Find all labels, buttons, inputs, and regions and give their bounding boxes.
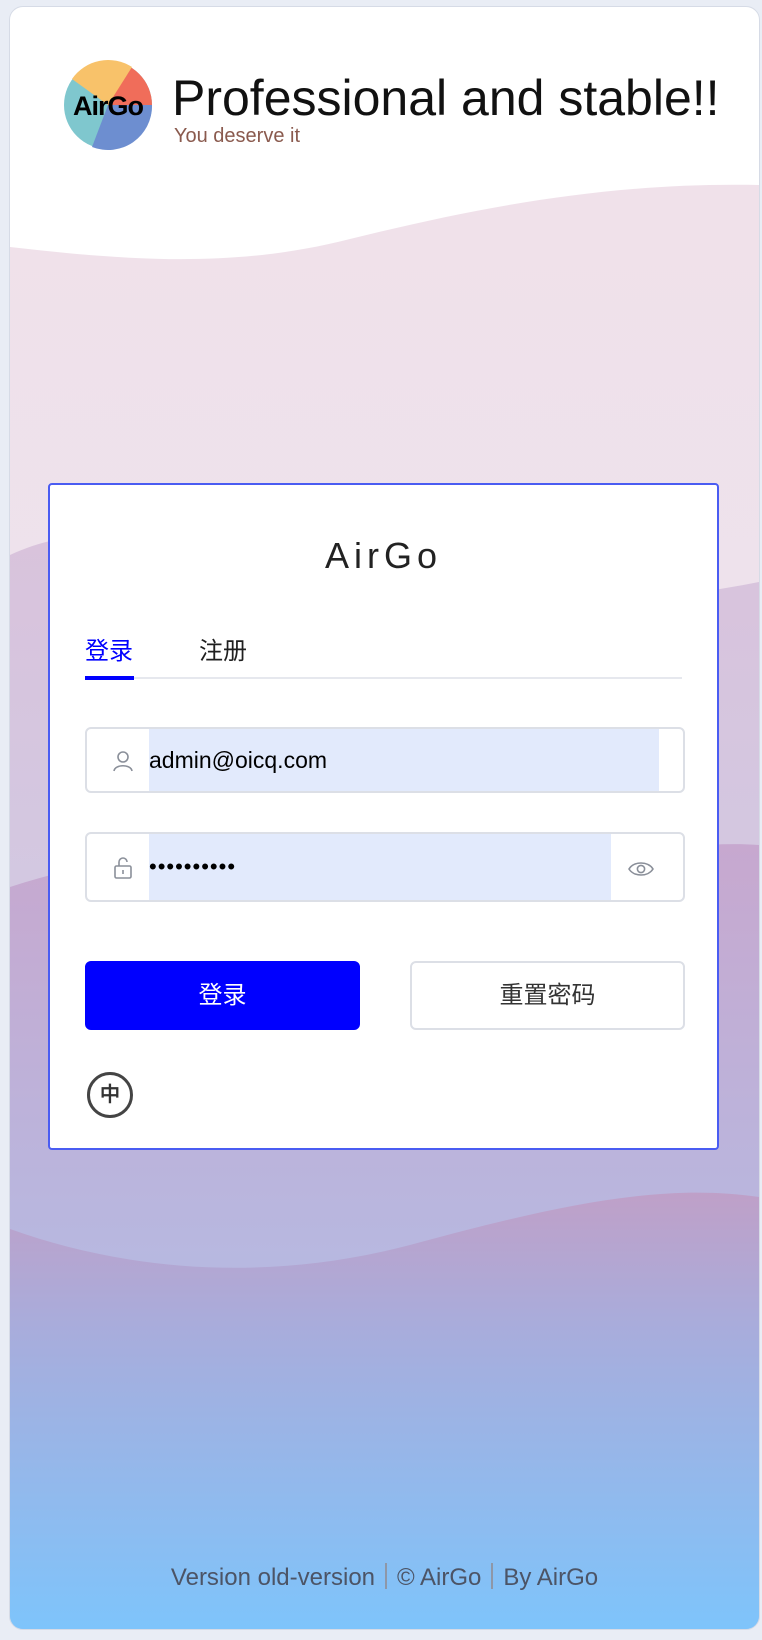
footer-copyright: © AirGo — [397, 1564, 482, 1591]
email-input[interactable] — [149, 729, 659, 791]
password-input[interactable] — [149, 834, 611, 900]
user-icon — [113, 751, 133, 772]
card-title: AirGo — [324, 535, 443, 576]
page-title: Professional and stable!! — [172, 70, 720, 126]
language-switch-button[interactable]: 中 — [87, 1072, 133, 1118]
login-button[interactable]: 登录 — [85, 961, 360, 1030]
airgo-logo: AirGo — [64, 60, 153, 151]
page-frame: AirGo Professional and stable!! You dese… — [9, 6, 760, 1630]
lock-icon — [114, 857, 132, 879]
auth-tabs: 登录 注册 — [85, 635, 682, 680]
logo-text: AirGo — [73, 91, 144, 121]
footer-divider — [385, 1563, 388, 1589]
reset-password-button[interactable]: 重置密码 — [410, 961, 685, 1030]
email-field — [85, 727, 685, 793]
login-card: AirGo 登录 注册 登录 重置密码 — [48, 483, 719, 1150]
footer-divider — [491, 1563, 494, 1589]
footer-version: Version old-version — [170, 1564, 376, 1591]
tab-register[interactable]: 注册 — [199, 635, 247, 677]
page-subtitle: You deserve it — [174, 125, 301, 147]
tab-login[interactable]: 登录 — [85, 635, 133, 677]
footer: Version old-version © AirGo By AirGo — [10, 1563, 759, 1592]
show-password-eye-icon[interactable] — [627, 859, 655, 879]
footer-by: By AirGo — [503, 1564, 599, 1591]
password-field — [85, 832, 685, 902]
active-tab-indicator — [85, 676, 134, 680]
